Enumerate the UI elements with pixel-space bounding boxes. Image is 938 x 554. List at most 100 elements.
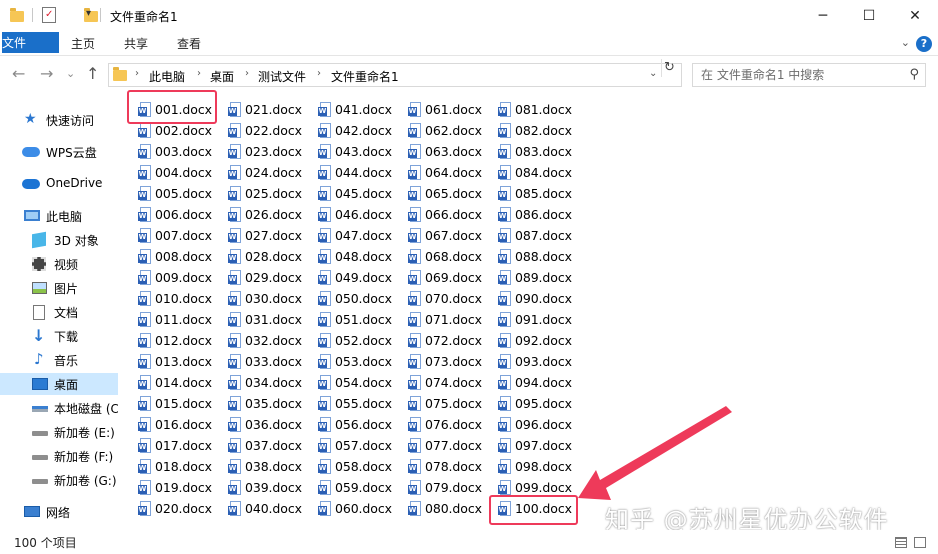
- file-item[interactable]: W 083.docx: [498, 141, 586, 162]
- details-view-icon[interactable]: [895, 537, 907, 548]
- file-item[interactable]: W 073.docx: [408, 351, 496, 372]
- chevron-right-icon[interactable]: ›: [197, 68, 201, 79]
- file-item[interactable]: W 025.docx: [228, 183, 316, 204]
- search-box[interactable]: ⚲: [692, 63, 926, 87]
- search-icon[interactable]: ⚲: [909, 67, 919, 82]
- file-item[interactable]: W 090.docx: [498, 288, 586, 309]
- file-item[interactable]: W 059.docx: [318, 477, 406, 498]
- file-item[interactable]: W 022.docx: [228, 120, 316, 141]
- file-item[interactable]: W 093.docx: [498, 351, 586, 372]
- file-item[interactable]: W 049.docx: [318, 267, 406, 288]
- search-input[interactable]: [693, 64, 893, 86]
- file-item[interactable]: W 039.docx: [228, 477, 316, 498]
- file-item[interactable]: W 041.docx: [318, 99, 406, 120]
- sidebar-item-quick-access[interactable]: ★ 快速访问: [0, 109, 118, 131]
- address-bar[interactable]: › 此电脑 › 桌面 › 测试文件 › 文件重命名1 ⌄: [108, 63, 682, 87]
- file-item[interactable]: W 072.docx: [408, 330, 496, 351]
- file-item[interactable]: W 065.docx: [408, 183, 496, 204]
- file-item[interactable]: W 024.docx: [228, 162, 316, 183]
- file-item[interactable]: W 087.docx: [498, 225, 586, 246]
- file-item[interactable]: W 029.docx: [228, 267, 316, 288]
- file-item[interactable]: W 031.docx: [228, 309, 316, 330]
- minimize-button[interactable]: ─: [800, 0, 846, 32]
- file-item[interactable]: W 086.docx: [498, 204, 586, 225]
- sidebar-item-documents[interactable]: 文档: [0, 301, 118, 323]
- file-item[interactable]: W 053.docx: [318, 351, 406, 372]
- tab-view[interactable]: 查看: [170, 32, 208, 56]
- file-item[interactable]: W 011.docx: [138, 309, 226, 330]
- chevron-right-icon[interactable]: ›: [245, 68, 249, 79]
- customize-quick-access-icon[interactable]: ▾: [86, 8, 91, 19]
- sidebar-item-volume-f[interactable]: 新加卷 (F:): [0, 445, 118, 467]
- breadcrumb-test-files[interactable]: 测试文件: [258, 68, 306, 85]
- file-item[interactable]: W 018.docx: [138, 456, 226, 477]
- file-item[interactable]: W 037.docx: [228, 435, 316, 456]
- file-item[interactable]: W 015.docx: [138, 393, 226, 414]
- file-item[interactable]: W 028.docx: [228, 246, 316, 267]
- file-item[interactable]: W 048.docx: [318, 246, 406, 267]
- file-item[interactable]: W 079.docx: [408, 477, 496, 498]
- sidebar-item-3d-objects[interactable]: 3D 对象: [0, 229, 118, 251]
- file-item[interactable]: W 040.docx: [228, 498, 316, 519]
- sidebar-item-music[interactable]: ♪ 音乐: [0, 349, 118, 371]
- file-item[interactable]: W 051.docx: [318, 309, 406, 330]
- file-item[interactable]: W 038.docx: [228, 456, 316, 477]
- sidebar-item-network[interactable]: 网络: [0, 501, 118, 523]
- file-item[interactable]: W 067.docx: [408, 225, 496, 246]
- close-button[interactable]: ✕: [892, 0, 938, 32]
- file-item[interactable]: W 082.docx: [498, 120, 586, 141]
- sidebar-item-this-pc[interactable]: 此电脑: [0, 205, 118, 227]
- properties-icon[interactable]: ✓: [42, 7, 56, 23]
- file-item[interactable]: W 019.docx: [138, 477, 226, 498]
- sidebar-item-volume-e[interactable]: 新加卷 (E:): [0, 421, 118, 443]
- file-item[interactable]: W 014.docx: [138, 372, 226, 393]
- tab-home[interactable]: 主页: [64, 32, 102, 56]
- help-icon[interactable]: ?: [916, 36, 932, 52]
- file-item[interactable]: W 046.docx: [318, 204, 406, 225]
- file-item[interactable]: W 064.docx: [408, 162, 496, 183]
- file-item[interactable]: W 056.docx: [318, 414, 406, 435]
- file-item[interactable]: W 076.docx: [408, 414, 496, 435]
- file-item[interactable]: W 013.docx: [138, 351, 226, 372]
- file-item[interactable]: W 075.docx: [408, 393, 496, 414]
- file-item[interactable]: W 027.docx: [228, 225, 316, 246]
- file-item[interactable]: W 008.docx: [138, 246, 226, 267]
- file-item[interactable]: W 063.docx: [408, 141, 496, 162]
- file-item[interactable]: W 089.docx: [498, 267, 586, 288]
- chevron-down-icon[interactable]: ⌄: [649, 68, 657, 79]
- file-item[interactable]: W 091.docx: [498, 309, 586, 330]
- file-item[interactable]: W 023.docx: [228, 141, 316, 162]
- large-icons-view-icon[interactable]: [914, 537, 926, 548]
- sidebar-item-onedrive[interactable]: OneDrive: [0, 173, 118, 195]
- file-item[interactable]: W 080.docx: [408, 498, 496, 519]
- back-button[interactable]: ←: [12, 65, 25, 83]
- file-item[interactable]: W 012.docx: [138, 330, 226, 351]
- chevron-right-icon[interactable]: ›: [317, 68, 321, 79]
- file-item[interactable]: W 054.docx: [318, 372, 406, 393]
- sidebar-item-volume-g[interactable]: 新加卷 (G:): [0, 469, 118, 491]
- file-item[interactable]: W 003.docx: [138, 141, 226, 162]
- file-item[interactable]: W 060.docx: [318, 498, 406, 519]
- file-item[interactable]: W 077.docx: [408, 435, 496, 456]
- file-item[interactable]: W 047.docx: [318, 225, 406, 246]
- file-item[interactable]: W 085.docx: [498, 183, 586, 204]
- tab-file[interactable]: 文件: [2, 32, 59, 53]
- file-item[interactable]: W 078.docx: [408, 456, 496, 477]
- file-item[interactable]: W 004.docx: [138, 162, 226, 183]
- file-item[interactable]: W 034.docx: [228, 372, 316, 393]
- file-item[interactable]: W 052.docx: [318, 330, 406, 351]
- file-item[interactable]: W 069.docx: [408, 267, 496, 288]
- file-item[interactable]: W 057.docx: [318, 435, 406, 456]
- file-item[interactable]: W 033.docx: [228, 351, 316, 372]
- file-item[interactable]: W 006.docx: [138, 204, 226, 225]
- file-item[interactable]: W 036.docx: [228, 414, 316, 435]
- file-item[interactable]: W 094.docx: [498, 372, 586, 393]
- file-item[interactable]: W 074.docx: [408, 372, 496, 393]
- file-item[interactable]: W 035.docx: [228, 393, 316, 414]
- file-item[interactable]: W 010.docx: [138, 288, 226, 309]
- file-item[interactable]: W 016.docx: [138, 414, 226, 435]
- file-item[interactable]: W 030.docx: [228, 288, 316, 309]
- file-item[interactable]: W 044.docx: [318, 162, 406, 183]
- file-item[interactable]: W 017.docx: [138, 435, 226, 456]
- file-item[interactable]: W 026.docx: [228, 204, 316, 225]
